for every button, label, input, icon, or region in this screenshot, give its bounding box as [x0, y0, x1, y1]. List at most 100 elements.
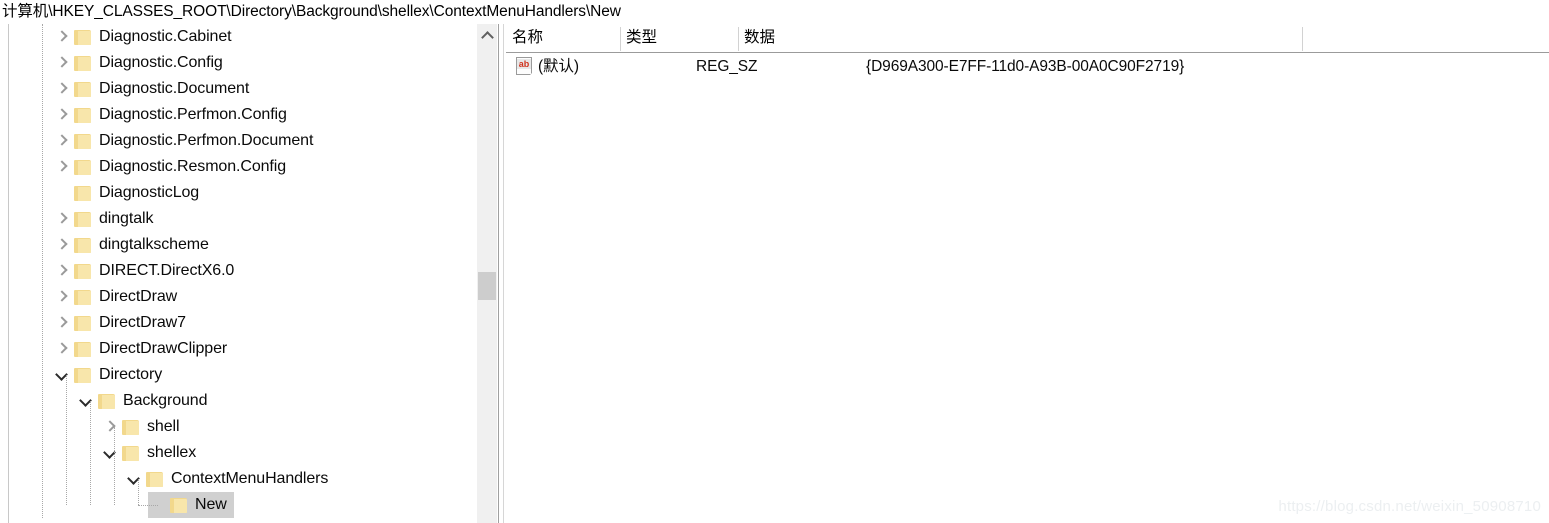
tree-item-content[interactable]: dingtalk — [52, 206, 160, 232]
registry-key-tree-pane[interactable]: Diagnostic.Cabinet Diagnostic.Config Diagn… — [0, 24, 497, 523]
tree-item-label: Diagnostic.Resmon.Config — [99, 158, 287, 175]
value-name: (默认) — [538, 58, 579, 75]
tree-item-label: DirectDraw7 — [99, 314, 186, 331]
tree-item-content[interactable]: Diagnostic.Cabinet — [52, 24, 239, 50]
tree-item-directdraw[interactable]: DirectDraw — [0, 284, 480, 310]
tree-item-contextmenuhandlers[interactable]: ContextMenuHandlers — [0, 466, 480, 492]
tree-item-shellex[interactable]: shellex — [0, 440, 480, 466]
tree-item-content[interactable]: shell — [100, 414, 186, 440]
column-header-data[interactable]: 数据 — [738, 24, 1302, 52]
address-bar[interactable]: 计算机\HKEY_CLASSES_ROOT\Directory\Backgrou… — [0, 0, 1549, 24]
tree-item-content[interactable]: DiagnosticLog — [52, 180, 206, 206]
chevron-right-icon[interactable] — [52, 284, 74, 310]
tree-item-label: Diagnostic.Config — [99, 54, 223, 71]
value-row[interactable]: ab (默认) REG_SZ {D969A300-E7FF-11d0-A93B-00A… — [506, 53, 1549, 80]
tree-item-diagnostic-cabinet[interactable]: Diagnostic.Cabinet — [0, 24, 480, 50]
tree-item-directdraw7[interactable]: DirectDraw7 — [0, 310, 480, 336]
tree-item-content[interactable]: DIRECT.DirectX6.0 — [52, 258, 241, 284]
tree-guide-line-2 — [90, 401, 91, 505]
folder-icon — [74, 263, 91, 279]
scrollbar-thumb[interactable] — [478, 272, 496, 300]
folder-icon — [74, 81, 91, 97]
chevron-right-icon[interactable] — [52, 336, 74, 362]
tree-guide-connector — [138, 505, 158, 506]
tree-item-dingtalkscheme[interactable]: dingtalkscheme — [0, 232, 480, 258]
tree-item-directory[interactable]: Directory — [0, 362, 480, 388]
values-list[interactable]: ab (默认) REG_SZ {D969A300-E7FF-11d0-A93B-00A… — [506, 53, 1549, 80]
folder-icon — [122, 419, 139, 435]
folder-icon — [74, 289, 91, 305]
registry-key-tree[interactable]: Diagnostic.Cabinet Diagnostic.Config Diagn… — [0, 24, 480, 518]
folder-icon — [74, 341, 91, 357]
tree-item-directdrawclipper[interactable]: DirectDrawClipper — [0, 336, 480, 362]
tree-item-content[interactable]: New — [148, 492, 234, 518]
tree-item-diagnostic-resmon-config[interactable]: Diagnostic.Resmon.Config — [0, 154, 480, 180]
tree-item-content[interactable]: Diagnostic.Perfmon.Config — [52, 102, 294, 128]
tree-item-label: Diagnostic.Cabinet — [99, 28, 232, 45]
tree-item-direct-directx6-0[interactable]: DIRECT.DirectX6.0 — [0, 258, 480, 284]
chevron-right-icon[interactable] — [52, 310, 74, 336]
chevron-right-icon[interactable] — [52, 102, 74, 128]
tree-vertical-scrollbar[interactable] — [477, 24, 497, 523]
tree-item-content[interactable]: Diagnostic.Config — [52, 50, 230, 76]
chevron-down-icon[interactable] — [52, 362, 74, 388]
tree-item-diagnostic-document[interactable]: Diagnostic.Document — [0, 76, 480, 102]
folder-icon — [74, 107, 91, 123]
tree-item-content[interactable]: DirectDraw — [52, 284, 184, 310]
folder-icon — [74, 55, 91, 71]
tree-item-content[interactable]: Diagnostic.Resmon.Config — [52, 154, 293, 180]
chevron-right-icon[interactable] — [52, 50, 74, 76]
chevron-right-icon[interactable] — [52, 128, 74, 154]
registry-values-pane[interactable]: 名称 类型 数据 ab (默认) REG_SZ {D969A300-E7FF-11d0… — [506, 24, 1549, 523]
tree-item-label: ContextMenuHandlers — [171, 470, 329, 487]
chevron-right-icon[interactable] — [52, 206, 74, 232]
folder-icon — [146, 471, 163, 487]
tree-item-diagnosticlog[interactable]: DiagnosticLog — [0, 180, 480, 206]
tree-guide-line-3 — [114, 427, 115, 505]
tree-item-diagnostic-perfmon-document[interactable]: Diagnostic.Perfmon.Document — [0, 128, 480, 154]
tree-item-content[interactable]: Directory — [52, 362, 169, 388]
tree-item-diagnostic-perfmon-config[interactable]: Diagnostic.Perfmon.Config — [0, 102, 480, 128]
chevron-down-icon[interactable] — [124, 466, 146, 492]
tree-item-label: shell — [147, 418, 180, 435]
tree-item-content[interactable]: Diagnostic.Perfmon.Document — [52, 128, 320, 154]
chevron-right-icon[interactable] — [52, 232, 74, 258]
tree-item-content[interactable]: DirectDraw7 — [52, 310, 193, 336]
tree-guide-line-1 — [66, 375, 67, 505]
tree-item-content[interactable]: shellex — [100, 440, 203, 466]
value-type: REG_SZ — [696, 58, 758, 75]
column-header-name[interactable]: 名称 — [506, 24, 620, 52]
chevron-down-icon[interactable] — [76, 388, 98, 414]
tree-item-label: dingtalk — [99, 210, 154, 227]
chevron-right-icon[interactable] — [100, 414, 122, 440]
folder-icon — [74, 315, 91, 331]
chevron-right-icon[interactable] — [52, 258, 74, 284]
scroll-up-arrow-icon[interactable] — [477, 24, 497, 44]
chevron-right-icon[interactable] — [52, 24, 74, 50]
tree-item-label: dingtalkscheme — [99, 236, 209, 253]
values-column-header[interactable]: 名称 类型 数据 — [506, 24, 1549, 53]
folder-icon — [74, 159, 91, 175]
tree-item-diagnostic-config[interactable]: Diagnostic.Config — [0, 50, 480, 76]
chevron-right-icon[interactable] — [52, 154, 74, 180]
tree-item-content[interactable]: Diagnostic.Document — [52, 76, 256, 102]
tree-item-shell[interactable]: shell — [0, 414, 480, 440]
column-divider-3[interactable] — [1302, 27, 1303, 51]
chevron-right-icon[interactable] — [52, 76, 74, 102]
pane-splitter[interactable] — [497, 24, 506, 523]
tree-guide-line-4 — [138, 479, 139, 505]
column-header-type[interactable]: 类型 — [620, 24, 738, 52]
tree-item-content[interactable]: Background — [76, 388, 214, 414]
tree-item-content[interactable]: dingtalkscheme — [52, 232, 216, 258]
tree-item-background[interactable]: Background — [0, 388, 480, 414]
chevron-down-icon[interactable] — [100, 440, 122, 466]
tree-item-new[interactable]: New — [0, 492, 480, 518]
main-split-area: Diagnostic.Cabinet Diagnostic.Config Diagn… — [0, 24, 1549, 523]
tree-item-dingtalk[interactable]: dingtalk — [0, 206, 480, 232]
tree-item-label: shellex — [147, 444, 197, 461]
tree-item-content[interactable]: DirectDrawClipper — [52, 336, 234, 362]
tree-item-content[interactable]: ContextMenuHandlers — [124, 466, 335, 492]
registry-path-text: 计算机\HKEY_CLASSES_ROOT\Directory\Backgrou… — [2, 3, 621, 20]
folder-icon — [74, 211, 91, 227]
tree-item-label: DiagnosticLog — [99, 184, 200, 201]
